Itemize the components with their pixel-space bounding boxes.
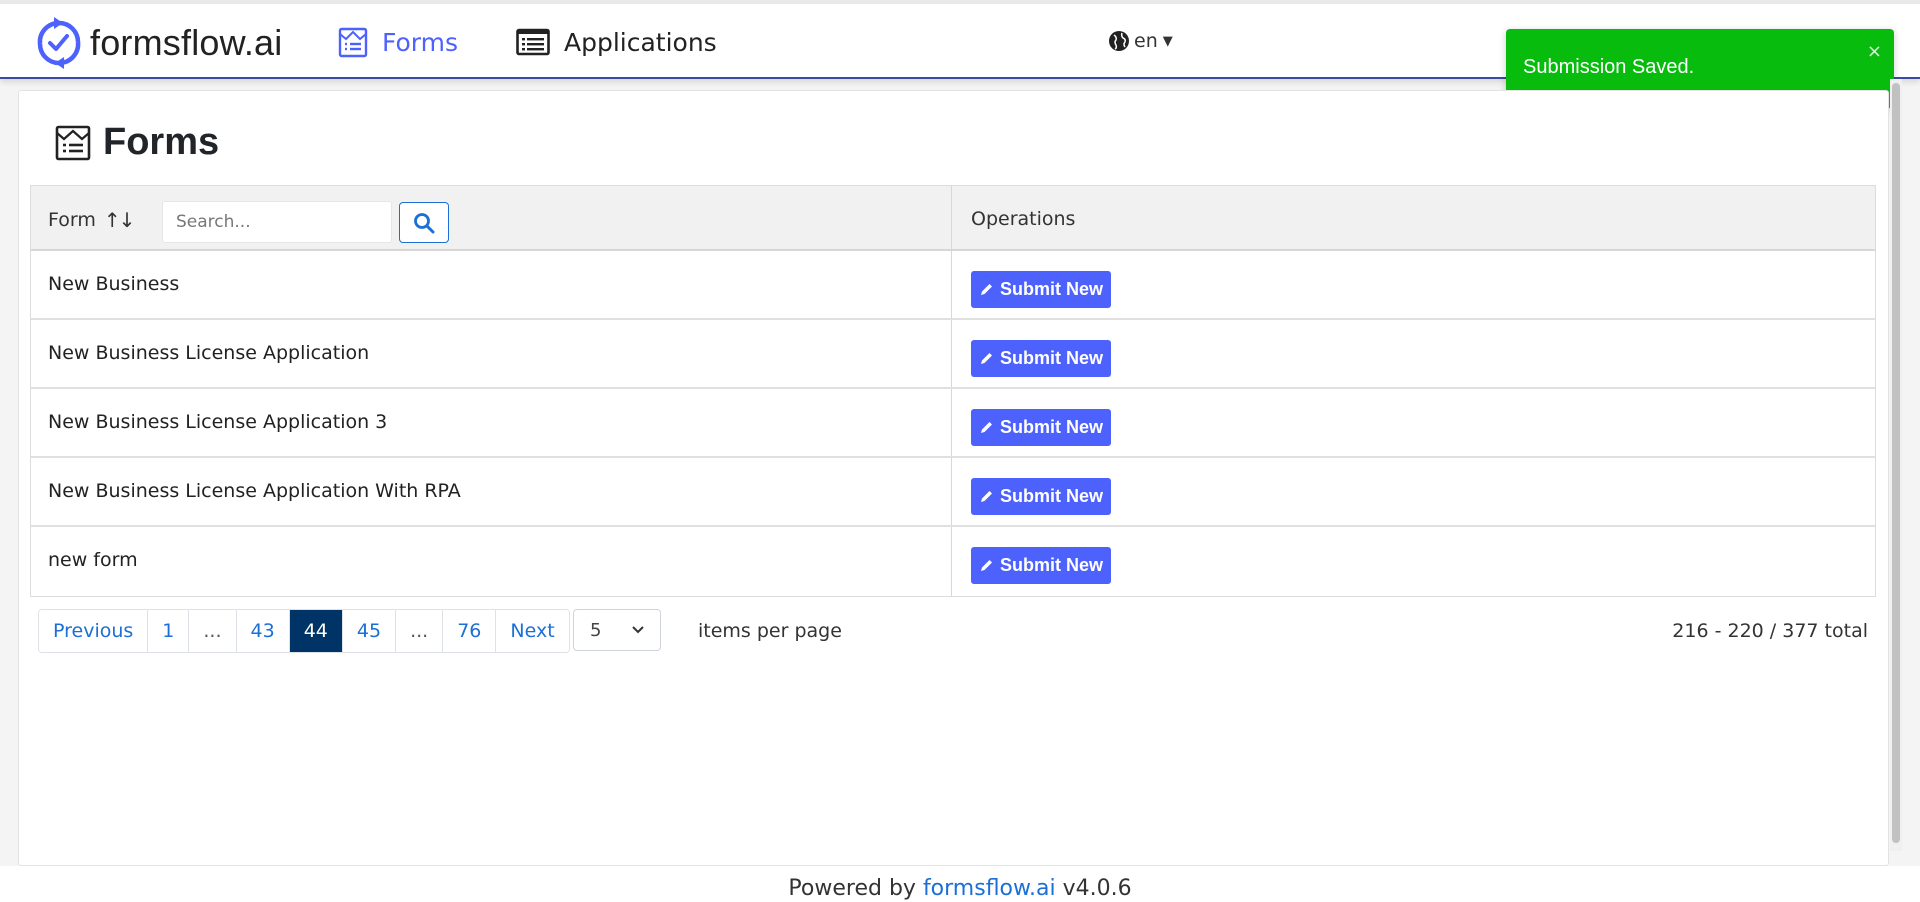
items-per-page-label: items per page	[698, 620, 842, 642]
caret-down-icon: ▼	[1162, 33, 1173, 49]
form-name: New Business License Application With RP…	[48, 480, 461, 502]
column-divider	[951, 251, 952, 318]
pagination-page[interactable]: 45	[342, 610, 397, 652]
sort-icon[interactable]: ↑↓	[104, 208, 135, 232]
toast-message: Submission Saved.	[1523, 56, 1695, 78]
table-row: new form Submit New	[31, 527, 1875, 596]
language-label: en	[1134, 30, 1158, 52]
pagination-page[interactable]: 1	[148, 610, 190, 652]
pagination: Previous 1 ... 43 44 45 ... 76 Next	[38, 609, 570, 653]
globe-icon	[1109, 31, 1129, 51]
pencil-icon	[980, 491, 992, 502]
items-per-page-select[interactable]: 5	[573, 609, 661, 651]
submit-new-label: Submit New	[999, 486, 1103, 506]
form-name: new form	[48, 549, 138, 571]
submit-new-button[interactable]: Submit New	[971, 409, 1111, 446]
form-name: New Business License Application 3	[48, 411, 388, 433]
search-button[interactable]	[399, 202, 449, 243]
chevron-down-icon	[632, 626, 644, 634]
nav-forms[interactable]: Forms	[338, 24, 458, 60]
language-dropdown[interactable]: en ▼	[1108, 30, 1173, 52]
search-icon	[414, 212, 435, 233]
formsflow-logo-icon	[37, 17, 81, 69]
column-header-operations: Operations	[971, 208, 1076, 230]
vertical-scrollbar[interactable]	[1890, 79, 1902, 851]
pagination-ellipsis: ...	[189, 610, 237, 652]
submit-new-button[interactable]: Submit New	[971, 340, 1111, 377]
table-row: New Business License Application Submit …	[31, 320, 1875, 389]
submit-new-button[interactable]: Submit New	[971, 271, 1111, 308]
footer-prefix: Powered by	[788, 876, 916, 901]
forms-icon	[55, 125, 91, 160]
brand-name: formsflow.ai	[90, 22, 283, 63]
footer-link[interactable]: formsflow.ai	[923, 876, 1056, 901]
table-row: New Business License Application 3 Submi…	[31, 389, 1875, 458]
forms-table: Form ↑↓ Operations New Business Submit N…	[30, 185, 1876, 597]
table-row: New Business License Application With RP…	[31, 458, 1875, 527]
table-row: New Business Submit New	[31, 251, 1875, 320]
column-divider	[951, 389, 952, 456]
items-per-page-value: 5	[590, 619, 602, 641]
nav-applications[interactable]: Applications	[516, 24, 717, 60]
pagination-page-active[interactable]: 44	[289, 610, 343, 652]
pagination-next[interactable]: Next	[496, 610, 569, 652]
form-name: New Business License Application	[48, 342, 370, 364]
table-header: Form ↑↓ Operations	[31, 186, 1875, 251]
pencil-icon	[980, 560, 992, 571]
submit-new-button[interactable]: Submit New	[971, 478, 1111, 515]
column-divider	[951, 527, 952, 596]
pencil-icon	[980, 284, 992, 295]
form-name: New Business	[48, 273, 180, 295]
submit-new-label: Submit New	[999, 348, 1103, 368]
pagination-ellipsis: ...	[396, 610, 444, 652]
forms-card: Forms Form ↑↓ Operations New Business	[18, 90, 1889, 866]
nav-applications-label: Applications	[564, 27, 717, 57]
total-count: 216 - 220 / 377 total	[1672, 620, 1868, 642]
list-icon	[516, 28, 550, 56]
column-divider	[951, 458, 952, 525]
pencil-icon	[980, 353, 992, 364]
scrollbar-thumb[interactable]	[1892, 83, 1900, 843]
submit-new-label: Submit New	[999, 555, 1103, 575]
submit-new-button[interactable]: Submit New	[971, 547, 1111, 584]
pagination-page[interactable]: 76	[443, 610, 497, 652]
footer-version: v4.0.6	[1062, 876, 1132, 901]
page-title-text: Forms	[103, 121, 220, 163]
pencil-icon	[980, 422, 992, 433]
nav-forms-label: Forms	[382, 27, 459, 57]
forms-icon	[338, 27, 368, 58]
column-divider	[951, 186, 952, 249]
form-column-label: Form	[48, 209, 96, 231]
pagination-previous[interactable]: Previous	[39, 610, 149, 652]
submit-new-label: Submit New	[999, 279, 1103, 299]
submit-new-label: Submit New	[999, 417, 1103, 437]
brand[interactable]: formsflow.ai	[36, 14, 282, 72]
column-divider	[951, 320, 952, 387]
footer: Powered by formsflow.ai v4.0.6	[0, 866, 1920, 902]
pagination-page[interactable]: 43	[236, 610, 290, 652]
page-title: Forms	[55, 121, 219, 164]
search-input[interactable]	[162, 201, 392, 243]
column-header-form: Form ↑↓	[48, 208, 135, 232]
close-icon[interactable]: ×	[1867, 41, 1882, 62]
